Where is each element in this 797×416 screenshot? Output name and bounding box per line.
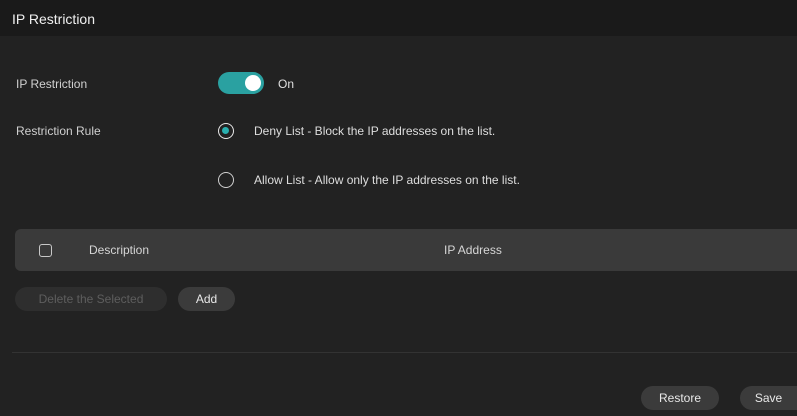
toggle-state-text: On <box>278 77 295 91</box>
allow-list-radio[interactable] <box>218 172 234 188</box>
select-all-checkbox[interactable] <box>39 244 52 257</box>
add-button[interactable]: Add <box>178 287 235 311</box>
page-title: IP Restriction <box>12 11 95 27</box>
column-header-ip-address[interactable]: IP Address <box>444 243 502 257</box>
deny-list-label[interactable]: Deny List - Block the IP addresses on th… <box>254 124 495 138</box>
allow-list-label[interactable]: Allow List - Allow only the IP addresses… <box>254 173 520 187</box>
ip-restriction-label: IP Restriction <box>16 77 88 91</box>
ip-restriction-toggle[interactable] <box>218 72 264 94</box>
column-header-description[interactable]: Description <box>89 243 149 257</box>
toggle-knob <box>245 75 261 91</box>
radio-selected-dot <box>222 127 229 134</box>
panel-header: IP Restriction <box>0 0 797 36</box>
restriction-rule-label: Restriction Rule <box>16 124 101 138</box>
restore-button[interactable]: Restore <box>641 386 719 410</box>
delete-selected-button[interactable]: Delete the Selected <box>15 287 167 311</box>
deny-list-radio[interactable] <box>218 123 234 139</box>
ip-table-header: Description IP Address <box>15 229 797 271</box>
save-button[interactable]: Save <box>740 386 797 410</box>
footer-divider <box>12 352 797 353</box>
